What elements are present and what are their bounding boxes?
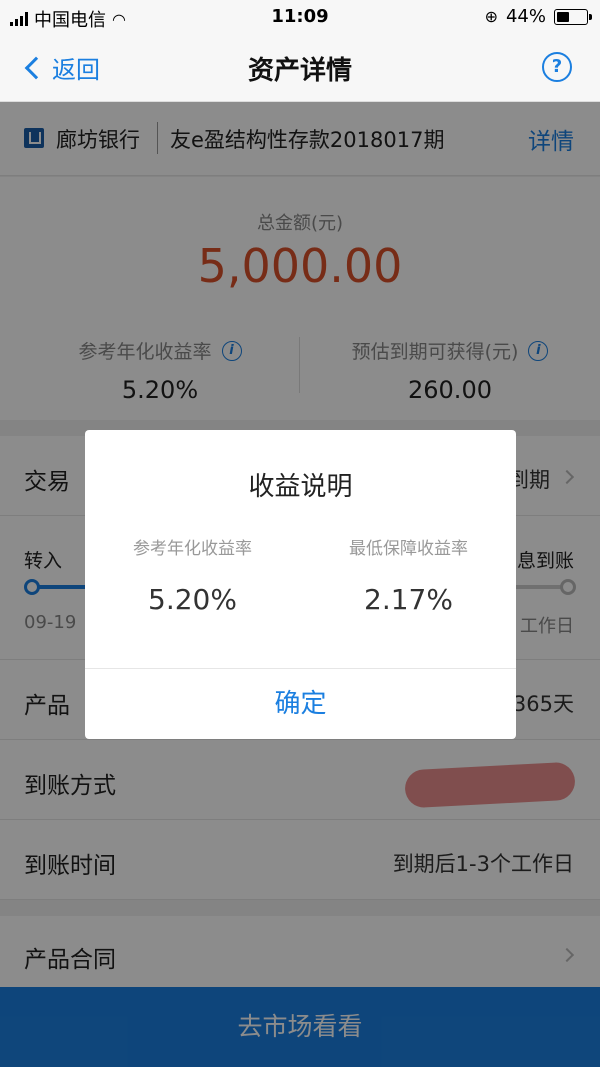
help-icon[interactable]: ?	[542, 52, 572, 82]
dialog-right-value: 2.17%	[364, 583, 453, 616]
battery-percent: 44%	[505, 6, 546, 27]
orientation-lock-icon: ⊕	[484, 7, 498, 26]
dialog-right-label: 最低保障收益率	[349, 539, 468, 559]
status-bar: 中国电信 ◠ 11:09 ⊕ 44%	[0, 0, 600, 36]
dialog-right-column: 最低保障收益率 2.17%	[301, 534, 516, 616]
battery-icon	[554, 8, 592, 25]
dialog-title: 收益说明	[248, 472, 353, 502]
dialog-left-label: 参考年化收益率	[133, 539, 252, 559]
nav-bar: 返回 资产详情 ?	[0, 36, 600, 102]
dialog-left-value: 5.20%	[148, 583, 237, 616]
earnings-dialog: 收益说明 参考年化收益率 5.20% 最低保障收益率 2.17% 确定	[85, 430, 516, 739]
battery-fill	[557, 11, 569, 22]
confirm-button[interactable]: 确定	[85, 669, 516, 739]
status-right: ⊕ 44%	[484, 6, 592, 27]
dialog-left-column: 参考年化收益率 5.20%	[85, 534, 300, 616]
page-title: 资产详情	[247, 56, 352, 86]
